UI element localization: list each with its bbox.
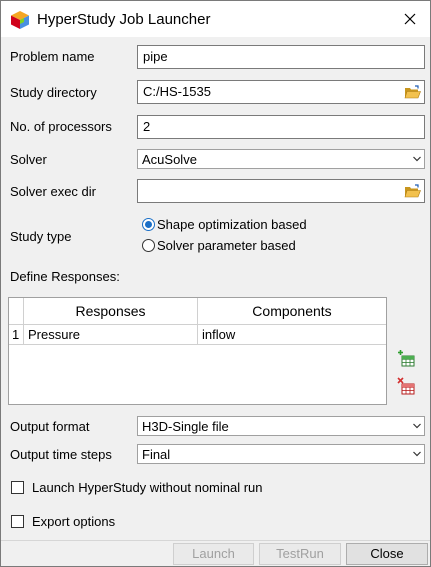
export-options-checkbox-row[interactable]: Export options xyxy=(11,514,115,529)
output-format-value: H3D-Single file xyxy=(142,419,229,434)
components-column-header[interactable]: Components xyxy=(198,298,386,325)
delete-row-icon[interactable] xyxy=(397,377,415,395)
job-launcher-window: HyperStudy Job Launcher Problem name pip… xyxy=(0,0,431,567)
folder-open-icon[interactable] xyxy=(404,184,421,198)
launch-without-nominal-checkbox[interactable] xyxy=(11,481,24,494)
responses-table: Responses Components 1 Pressure inflow xyxy=(8,297,387,405)
num-processors-label: No. of processors xyxy=(10,119,112,134)
radio-button[interactable] xyxy=(142,239,155,252)
chevron-down-icon xyxy=(413,423,421,429)
add-row-icon[interactable] xyxy=(397,349,415,367)
component-cell[interactable]: inflow xyxy=(198,325,386,344)
study-type-label: Study type xyxy=(10,229,72,244)
problem-name-input[interactable]: pipe xyxy=(137,45,425,69)
define-responses-label: Define Responses: xyxy=(10,269,120,284)
test-run-button[interactable]: TestRun xyxy=(259,543,341,565)
study-directory-input[interactable]: C:/HS-1535 xyxy=(137,80,425,104)
close-window-button[interactable] xyxy=(393,5,427,33)
solver-exec-dir-input[interactable] xyxy=(137,179,425,203)
solver-value: AcuSolve xyxy=(142,152,197,167)
solver-select[interactable]: AcuSolve xyxy=(137,149,425,169)
chevron-down-icon xyxy=(413,451,421,457)
radio-shape-optimization-label: Shape optimization based xyxy=(157,217,307,232)
radio-solver-parameter-label: Solver parameter based xyxy=(157,238,296,253)
output-time-steps-label: Output time steps xyxy=(10,447,112,462)
study-directory-label: Study directory xyxy=(10,85,97,100)
output-format-select[interactable]: H3D-Single file xyxy=(137,416,425,436)
index-header xyxy=(9,298,24,325)
problem-name-label: Problem name xyxy=(10,49,95,64)
hyperstudy-cube-icon xyxy=(11,11,29,29)
study-directory-value: C:/HS-1535 xyxy=(143,84,211,99)
solver-label: Solver xyxy=(10,152,47,167)
launch-button[interactable]: Launch xyxy=(173,543,254,565)
window-title: HyperStudy Job Launcher xyxy=(37,11,211,28)
output-time-steps-select[interactable]: Final xyxy=(137,444,425,464)
solver-exec-dir-label: Solver exec dir xyxy=(10,184,96,199)
table-header: Responses Components xyxy=(9,298,386,325)
close-icon xyxy=(404,13,416,25)
output-time-steps-value: Final xyxy=(142,447,171,462)
response-cell[interactable]: Pressure xyxy=(24,325,198,344)
close-button[interactable]: Close xyxy=(346,543,428,565)
button-separator xyxy=(1,540,430,541)
export-options-checkbox[interactable] xyxy=(11,515,24,528)
chevron-down-icon xyxy=(413,156,421,162)
problem-name-value: pipe xyxy=(143,49,168,64)
folder-open-icon[interactable] xyxy=(404,85,421,99)
launch-without-nominal-label: Launch HyperStudy without nominal run xyxy=(32,480,263,495)
row-index: 1 xyxy=(9,325,24,344)
title-bar: HyperStudy Job Launcher xyxy=(1,1,430,37)
export-options-label: Export options xyxy=(32,514,116,529)
radio-shape-optimization[interactable]: Shape optimization based xyxy=(142,217,307,232)
launch-without-nominal-checkbox-row[interactable]: Launch HyperStudy without nominal run xyxy=(11,480,263,495)
num-processors-value: 2 xyxy=(143,119,151,134)
radio-solver-parameter[interactable]: Solver parameter based xyxy=(142,238,296,253)
output-format-label: Output format xyxy=(10,419,90,434)
responses-column-header[interactable]: Responses xyxy=(24,298,198,325)
table-row[interactable]: 1 Pressure inflow xyxy=(9,325,386,345)
radio-button-checked[interactable] xyxy=(142,218,155,231)
num-processors-input[interactable]: 2 xyxy=(137,115,425,139)
